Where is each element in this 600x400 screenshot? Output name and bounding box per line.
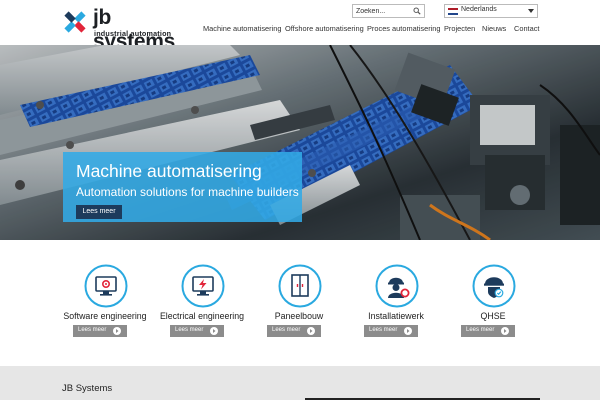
logo-mark-icon (64, 11, 86, 33)
button-label: Lees meer (272, 327, 301, 333)
nav-item-offshore-automatisering[interactable]: Offshore automatisering (285, 24, 364, 33)
cabinet-icon[interactable] (278, 264, 322, 308)
hero-read-more-button[interactable]: Lees meer (76, 205, 122, 219)
button-label: Lees meer (78, 327, 107, 333)
service-installatiewerk: Installatiewerk Lees meer (346, 264, 446, 344)
arrow-right-icon (210, 327, 218, 335)
service-title: Software engineering (63, 311, 147, 321)
logo-tagline: industrial automation (94, 29, 172, 38)
service-paneelbouw: Paneelbouw Lees meer (249, 264, 349, 344)
search-icon[interactable] (413, 7, 421, 15)
chevron-down-icon (528, 9, 534, 13)
hero-caption: Machine automatisering Automation soluti… (63, 152, 302, 222)
arrow-right-icon (307, 327, 315, 335)
service-electrical-engineering: Electrical engineering Lees meer (152, 264, 252, 344)
safety-helmet-icon[interactable] (472, 264, 516, 308)
hero-subtitle: Automation solutions for machine builder… (76, 185, 299, 199)
worker-icon[interactable] (375, 264, 419, 308)
search-input[interactable] (356, 5, 414, 17)
service-title: QHSE (480, 311, 506, 321)
site-header: jb systems industrial automation Nederla… (0, 0, 600, 53)
services-section: Software engineering Lees meer Electrica… (0, 240, 600, 366)
hero-banner: Machine automatisering Automation soluti… (0, 45, 600, 240)
service-title: Paneelbouw (274, 311, 324, 321)
main-nav: Machine automatisering Offshore automati… (200, 24, 540, 36)
service-read-more-button[interactable]: Lees meer (364, 325, 418, 337)
service-read-more-button[interactable]: Lees meer (461, 325, 515, 337)
logo[interactable]: jb systems industrial automation (62, 6, 192, 53)
language-select[interactable]: Nederlands (444, 4, 538, 18)
monitor-bolt-icon[interactable] (181, 264, 225, 308)
dutch-flag-icon (448, 8, 458, 15)
footer-title: JB Systems (62, 383, 113, 394)
nav-item-machine-automatisering[interactable]: Machine automatisering (203, 24, 281, 33)
arrow-right-icon (113, 327, 121, 335)
arrow-right-icon (404, 327, 412, 335)
button-label: Lees meer (369, 327, 398, 333)
monitor-gear-icon[interactable] (84, 264, 128, 308)
language-selected: Nederlands (461, 6, 497, 13)
nav-item-contact[interactable]: Contact (514, 24, 539, 33)
service-read-more-button[interactable]: Lees meer (73, 325, 127, 337)
arrow-right-icon (501, 327, 509, 335)
service-software-engineering: Software engineering Lees meer (55, 264, 155, 344)
nav-item-projecten[interactable]: Projecten (444, 24, 475, 33)
nav-item-nieuws[interactable]: Nieuws (482, 24, 506, 33)
hero-title: Machine automatisering (76, 161, 262, 181)
search-box (352, 4, 425, 18)
service-read-more-button[interactable]: Lees meer (170, 325, 224, 337)
site-footer: JB Systems (0, 366, 600, 400)
service-title: Electrical engineering (159, 311, 245, 321)
service-title: Installatiewerk (368, 311, 424, 321)
button-label: Lees meer (466, 327, 495, 333)
service-read-more-button[interactable]: Lees meer (267, 325, 321, 337)
nav-item-proces-automatisering[interactable]: Proces automatisering (367, 24, 441, 33)
button-label: Lees meer (175, 327, 204, 333)
service-qhse: QHSE Lees meer (443, 264, 543, 344)
